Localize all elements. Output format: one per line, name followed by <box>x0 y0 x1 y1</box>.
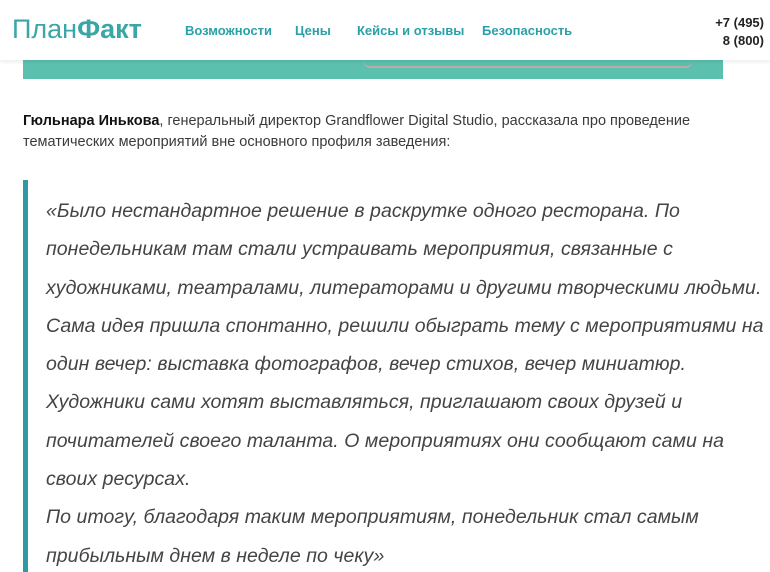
quote-line: По итогу, благодаря таким мероприятиям, … <box>46 506 699 529</box>
quote-line: своих ресурсах. <box>46 468 191 491</box>
quote-block: «Было нестандартное решение в раскрутке … <box>46 192 768 572</box>
nav-item-cases[interactable]: Кейсы и отзывы <box>357 23 464 39</box>
quote-line: прибыльным днем в неделе по чеку» <box>46 544 385 567</box>
site-header: ПланФакт Возможности Цены Кейсы и отзывы… <box>0 0 770 60</box>
quote-accent-bar <box>23 180 28 572</box>
nav-item-features[interactable]: Возможности <box>185 23 272 39</box>
quote-line: понедельникам там стали устраивать мероп… <box>46 238 673 261</box>
phone-numbers: +7 (495) 8 (800) <box>715 14 764 50</box>
logo-part-plan: План <box>12 14 78 44</box>
logo-part-fakt: Факт <box>77 14 142 44</box>
quote-line: «Было нестандартное решение в раскрутке … <box>46 200 680 222</box>
quote-line: художниками, театралами, литераторами и … <box>46 276 762 299</box>
article-intro: Гюльнара Инькова, генеральный директор G… <box>23 111 743 153</box>
quote-line: Сама идея пришла спонтанно, решили обыгр… <box>46 314 764 337</box>
author-name: Гюльнара Инькова <box>23 113 160 129</box>
nav-item-security[interactable]: Безопасность <box>482 23 572 39</box>
quote-line: Художники сами хотят выставляться, пригл… <box>46 391 683 414</box>
phone-free[interactable]: 8 (800) <box>715 32 764 50</box>
page: ПланФакт Возможности Цены Кейсы и отзывы… <box>0 0 770 572</box>
quote-line: почитателей своего таланта. О мероприяти… <box>46 429 725 452</box>
nav-item-prices[interactable]: Цены <box>295 23 331 39</box>
planfact-logo[interactable]: ПланФакт <box>12 12 142 46</box>
quote-line: один вечер: выставка фотографов, вечер с… <box>46 353 686 376</box>
phone-moscow[interactable]: +7 (495) <box>715 14 764 32</box>
